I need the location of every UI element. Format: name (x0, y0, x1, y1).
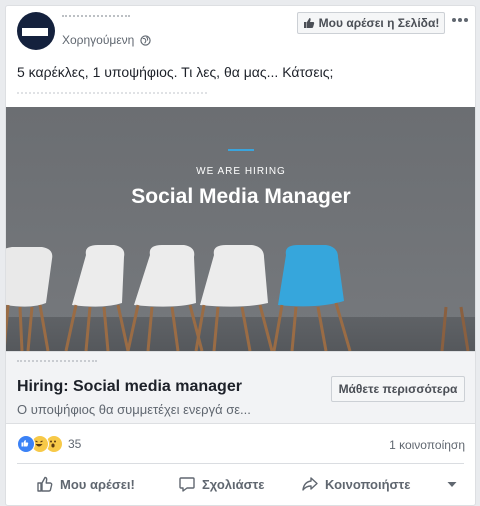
sponsored-label[interactable]: Χορηγούμενη (62, 33, 134, 47)
comment-icon (179, 477, 195, 492)
learn-more-button[interactable]: Μάθετε περισσότερα (331, 376, 465, 402)
chevron-down-icon (447, 482, 457, 487)
comment-label: Σχολιάστε (202, 476, 265, 492)
post-text: 5 καρέκλες, 1 υποψήφιος. Τι λες, θα μας.… (17, 64, 334, 80)
link-description: Ο υποψήφιος θα συμμετέχει ενεργά σε... (17, 402, 251, 417)
link-preview[interactable]: Hiring: Social media manager Ο υποψήφιος… (6, 351, 475, 424)
sponsored-post-card: Χορηγούμενη Μου αρέσει η Σελίδα! 5 καρέκ… (5, 5, 476, 506)
page-name-obscured[interactable] (62, 15, 130, 21)
like-button[interactable]: Μου αρέσει! (36, 468, 135, 500)
actions-divider (17, 463, 464, 464)
audience-dropdown[interactable] (446, 468, 458, 500)
share-arrow-icon (302, 477, 318, 491)
link-domain-obscured (17, 360, 97, 364)
ad-image[interactable]: WE ARE HIRING Social Media Manager (6, 107, 475, 351)
comment-button[interactable]: Σχολιάστε (178, 468, 264, 500)
like-page-button[interactable]: Μου αρέσει η Σελίδα! (297, 12, 445, 34)
page-avatar[interactable] (17, 12, 55, 50)
link-title[interactable]: Hiring: Social media manager (17, 378, 242, 396)
avatar-logo-mark (22, 28, 48, 36)
share-label: Κοινοποιήστε (325, 476, 411, 492)
post-text-obscured-line (17, 92, 207, 96)
reactions-summary[interactable]: 35 (17, 434, 81, 454)
reaction-count: 35 (68, 437, 82, 451)
share-count[interactable]: 1 κοινοποίηση (389, 438, 465, 452)
accent-line (228, 149, 254, 151)
like-page-label: Μου αρέσει η Σελίδα! (318, 16, 440, 30)
ad-image-graphic: WE ARE HIRING Social Media Manager (6, 107, 475, 351)
post-header: Χορηγούμενη Μου αρέσει η Σελίδα! (6, 6, 475, 56)
share-button[interactable]: Κοινοποιήστε (301, 468, 410, 500)
thumbs-up-icon (37, 476, 53, 492)
thumbs-up-icon (303, 18, 314, 28)
post-actions-bar: Μου αρέσει! Σχολιάστε Κοινοποιήστε (6, 468, 475, 500)
more-dots-icon[interactable] (451, 12, 469, 28)
like-reaction-icon (17, 435, 35, 453)
ad-headline: Social Media Manager (131, 185, 350, 208)
like-label: Μου αρέσει! (60, 476, 135, 492)
globe-icon (140, 35, 151, 46)
ad-eyebrow: WE ARE HIRING (196, 166, 286, 177)
